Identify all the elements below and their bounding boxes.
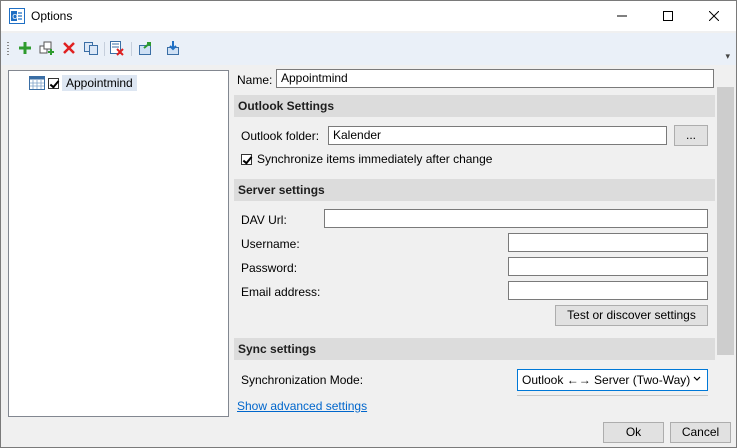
import-icon[interactable]: [165, 40, 181, 56]
export-icon[interactable]: [138, 40, 154, 56]
add-icon[interactable]: [17, 40, 33, 56]
dropdown-divider: [517, 395, 708, 396]
minimize-icon: [617, 15, 627, 17]
svg-text:O: O: [12, 13, 18, 21]
app-icon: O: [9, 8, 25, 24]
sync-mode-select[interactable]: Outlook ←→ Server (Two-Way): [517, 369, 708, 391]
tree-item-label: Appointmind: [62, 75, 137, 91]
username-label: Username:: [241, 237, 300, 251]
show-advanced-settings-link[interactable]: Show advanced settings: [237, 399, 367, 413]
tree-item-checkbox[interactable]: [48, 77, 59, 89]
title-bar: O Options: [1, 1, 736, 31]
toolbar-overflow-icon[interactable]: ▾: [725, 51, 730, 62]
password-label: Password:: [241, 261, 298, 275]
ok-button[interactable]: Ok: [603, 422, 664, 443]
outlook-folder-label: Outlook folder:: [241, 129, 320, 143]
add-multiple-icon[interactable]: [39, 40, 55, 56]
window-title: Options: [31, 9, 73, 23]
form-scrollbar-thumb[interactable]: [717, 87, 734, 355]
cancel-button[interactable]: Cancel: [670, 422, 731, 443]
chevron-down-icon: [693, 376, 701, 381]
toolbar-separator: [104, 42, 105, 56]
toolbar: ▾: [1, 33, 736, 65]
toolbar-separator: [131, 42, 132, 56]
sync-immediately-label: Synchronize items immediately after chan…: [257, 152, 493, 166]
profile-tree[interactable]: Appointmind: [8, 70, 229, 417]
outlook-settings-header: Outlook Settings: [234, 95, 715, 117]
sync-mode-value: Outlook ←→ Server (Two-Way): [522, 373, 691, 387]
sync-settings-header: Sync settings: [234, 338, 715, 360]
sync-immediately-row[interactable]: Synchronize items immediately after chan…: [241, 152, 492, 166]
maximize-icon: [663, 11, 673, 21]
dav-url-input[interactable]: [324, 209, 708, 228]
name-label: Name:: [237, 73, 273, 87]
copy-icon[interactable]: [83, 40, 99, 56]
sync-immediately-checkbox[interactable]: [241, 153, 252, 165]
options-window: O Options ▾ Appointmind Name: Appointmin…: [0, 0, 737, 448]
outlook-folder-input[interactable]: Kalender: [328, 126, 667, 145]
username-input[interactable]: [508, 233, 708, 252]
tree-item-appointmind[interactable]: Appointmind: [29, 74, 137, 92]
calendar-icon: [29, 76, 45, 90]
toolbar-grip[interactable]: [7, 42, 9, 56]
minimize-button[interactable]: [599, 1, 645, 31]
dav-url-label: DAV Url:: [241, 213, 287, 227]
sync-mode-label: Synchronization Mode:: [241, 373, 364, 387]
test-settings-button[interactable]: Test or discover settings: [555, 305, 708, 326]
browse-folder-button[interactable]: ...: [674, 125, 708, 146]
close-button[interactable]: [691, 1, 736, 31]
server-settings-header: Server settings: [234, 179, 715, 201]
name-input[interactable]: Appointmind: [276, 69, 714, 88]
close-icon: [709, 11, 719, 21]
password-input[interactable]: [508, 257, 708, 276]
email-input[interactable]: [508, 281, 708, 300]
maximize-button[interactable]: [645, 1, 691, 31]
delete-icon[interactable]: [61, 40, 77, 56]
email-label: Email address:: [241, 285, 321, 299]
clear-cache-icon[interactable]: [109, 40, 125, 56]
